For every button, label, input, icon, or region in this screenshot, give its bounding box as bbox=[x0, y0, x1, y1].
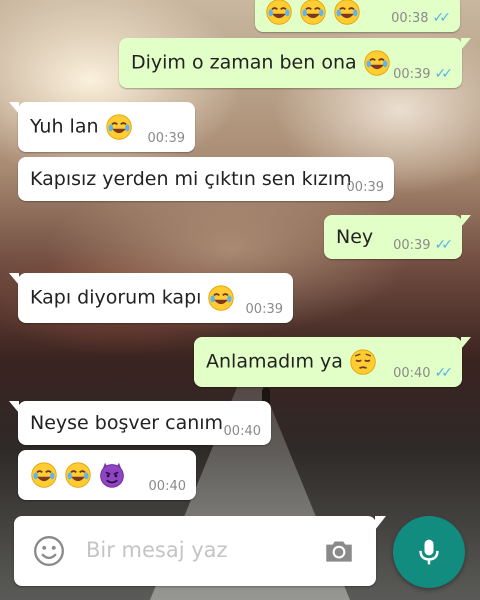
message-text-content: Kapı diyorum kapı bbox=[30, 286, 202, 309]
joy-emoji bbox=[300, 0, 326, 25]
message-meta: 00:39 bbox=[148, 131, 185, 146]
message-time: 00:39 bbox=[393, 237, 431, 253]
message-text-content: Kapısız yerden mi çıktın sen kızım bbox=[30, 168, 352, 190]
joy-emoji bbox=[266, 0, 292, 25]
message-bubble-outgoing[interactable]: 00:38 ✓✓ bbox=[255, 0, 460, 32]
joy-emoji bbox=[364, 50, 390, 76]
message-bubble-outgoing[interactable]: Ney 00:39 ✓✓ bbox=[324, 215, 471, 259]
imp-emoji bbox=[100, 462, 124, 488]
read-ticks-icon: ✓✓ bbox=[434, 365, 454, 381]
read-ticks-icon: ✓✓ bbox=[434, 66, 454, 82]
microphone-icon bbox=[419, 539, 439, 565]
message-time: 00:39 bbox=[147, 131, 185, 146]
message-input[interactable]: Bir mesaj yaz bbox=[86, 538, 228, 562]
message-text: Neyse boşver canım bbox=[30, 412, 223, 434]
message-bubble-incoming[interactable]: Kapı diyorum kapı 00:39 bbox=[9, 273, 293, 323]
camera-icon[interactable] bbox=[322, 534, 356, 568]
message-bubble-outgoing[interactable]: Diyim o zaman ben ona 00:39 ✓✓ bbox=[119, 38, 471, 88]
joy-emoji bbox=[65, 462, 91, 488]
message-meta: 00:39 bbox=[246, 302, 283, 317]
message-emojis bbox=[265, 0, 361, 26]
message-time: 00:40 bbox=[223, 424, 261, 439]
message-time: 00:40 bbox=[148, 479, 186, 494]
message-text: Kapısız yerden mi çıktın sen kızım bbox=[30, 168, 352, 190]
smiley-icon[interactable] bbox=[32, 534, 66, 568]
joy-emoji bbox=[208, 285, 235, 311]
voice-message-button[interactable] bbox=[393, 516, 465, 588]
joy-emoji bbox=[334, 0, 360, 25]
message-text-content: Yuh lan bbox=[30, 115, 99, 138]
message-text-content: Diyim o zaman ben ona bbox=[131, 51, 357, 74]
message-emojis bbox=[30, 461, 126, 489]
message-text-content: Ney bbox=[336, 226, 374, 248]
message-text: Ney bbox=[336, 226, 373, 248]
message-time: 00:39 bbox=[245, 302, 283, 317]
message-bubble-incoming[interactable]: Kapısız yerden mi çıktın sen kızım 00:39 bbox=[18, 157, 394, 201]
message-text-content: Anlamadım ya bbox=[206, 350, 343, 373]
message-time: 00:39 bbox=[393, 66, 431, 82]
joy-emoji bbox=[105, 114, 132, 140]
message-bubble-incoming[interactable]: Neyse boşver canım 00:40 bbox=[9, 401, 271, 445]
message-meta: 00:40 ✓✓ bbox=[393, 365, 454, 381]
pensive-emoji bbox=[350, 349, 376, 375]
message-text: Anlamadım ya bbox=[206, 348, 377, 376]
message-meta: 00:39 bbox=[347, 180, 384, 195]
message-bubble-outgoing[interactable]: Anlamadım ya 00:40 ✓✓ bbox=[194, 337, 471, 387]
message-bubble-incoming[interactable]: Yuh lan 00:39 bbox=[9, 102, 195, 152]
message-time: 00:38 bbox=[391, 10, 429, 26]
message-text-content: Neyse boşver canım bbox=[30, 412, 224, 434]
message-time: 00:40 bbox=[393, 365, 431, 381]
message-text: Yuh lan bbox=[30, 113, 133, 141]
message-time: 00:39 bbox=[346, 180, 384, 195]
message-composer[interactable]: Bir mesaj yaz bbox=[14, 516, 386, 586]
read-ticks-icon: ✓✓ bbox=[432, 10, 452, 26]
message-meta: 00:40 bbox=[149, 479, 186, 494]
read-ticks-icon: ✓✓ bbox=[434, 237, 454, 253]
message-meta: 00:39 ✓✓ bbox=[393, 66, 454, 82]
message-meta: 00:40 bbox=[224, 424, 261, 439]
message-bubble-incoming[interactable]: 00:40 bbox=[18, 450, 196, 500]
joy-emoji bbox=[31, 462, 57, 488]
message-text: Diyim o zaman ben ona bbox=[131, 49, 391, 77]
message-meta: 00:39 ✓✓ bbox=[393, 237, 454, 253]
message-meta: 00:38 ✓✓ bbox=[391, 10, 452, 26]
message-text: Kapı diyorum kapı bbox=[30, 284, 235, 312]
